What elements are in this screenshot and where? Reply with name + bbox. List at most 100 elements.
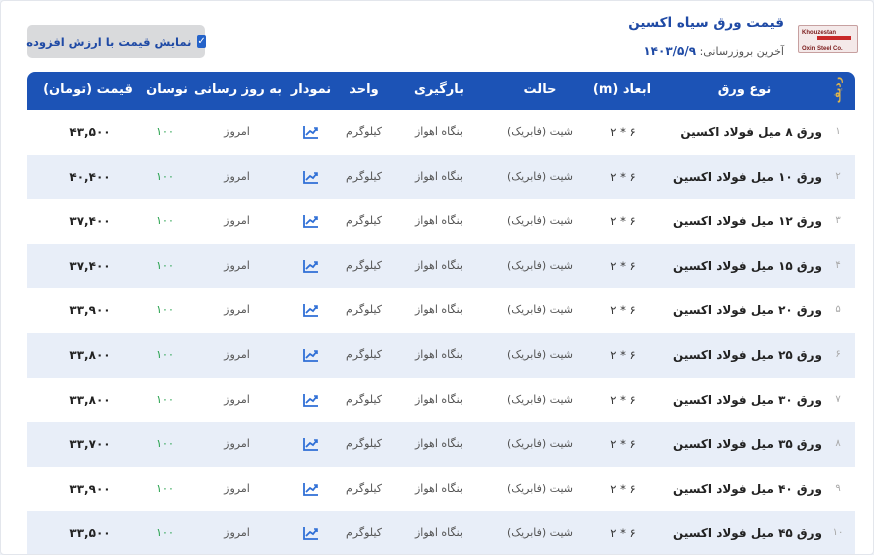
trending-up-icon[interactable]: [296, 511, 326, 554]
state: شیت (فابریک): [506, 169, 574, 183]
row-index: ۹: [835, 482, 841, 494]
unit: کیلوگرم: [346, 526, 382, 540]
col-stock: بارگیری: [413, 82, 465, 97]
table-header: ردیف نوع ورق ابعاد (m) حالت بارگیری واحد…: [27, 72, 855, 110]
trending-up-icon[interactable]: [296, 110, 326, 155]
price: ۳۳,۹۰۰: [69, 481, 111, 496]
row-index: ۱۰: [832, 527, 844, 539]
row-index: ۵: [835, 304, 841, 316]
product-name[interactable]: ورق ۱۲ میل فولاد اکسین: [667, 199, 822, 244]
dimensions: ۶ * ۲: [610, 526, 636, 541]
unit: کیلوگرم: [346, 347, 382, 361]
price: ۳۳,۸۰۰: [69, 392, 111, 407]
price: ۳۷,۴۰۰: [69, 214, 111, 229]
table-row: ۸ ورق ۳۵ میل فولاد اکسین ۶ * ۲ شیت (فابریک)…: [27, 422, 855, 467]
table-row: ۲ ورق ۱۰ میل فولاد اکسین ۶ * ۲ شیت (فابریک)…: [27, 154, 855, 200]
loading-place: بنگاه اهواز: [415, 303, 463, 317]
last-update-date: ۱۴۰۳/۵/۹: [643, 44, 697, 58]
updated: امروز: [224, 169, 250, 183]
price-change: ۱۰۰: [156, 125, 174, 138]
unit: کیلوگرم: [346, 481, 382, 495]
col-idx: ردیف: [824, 72, 852, 110]
unit: کیلوگرم: [346, 392, 382, 406]
product-name[interactable]: ورق ۱۰ میل فولاد اکسین: [667, 155, 822, 200]
trending-up-icon[interactable]: [296, 378, 326, 423]
price-change: ۱۰۰: [156, 392, 174, 406]
updated: امروز: [224, 481, 250, 495]
col-idx-label: ردیف: [832, 76, 843, 104]
unit: کیلوگرم: [346, 214, 382, 228]
trending-up-icon[interactable]: [296, 288, 326, 333]
checkbox-checked-icon[interactable]: ✓: [197, 35, 206, 48]
price-change: ۱۰۰: [156, 437, 174, 451]
dimensions: ۶ * ۲: [610, 481, 636, 496]
updated: امروز: [224, 258, 250, 272]
price: ۳۳,۹۰۰: [69, 303, 111, 318]
trending-up-icon[interactable]: [296, 155, 326, 200]
loading-place: بنگاه اهواز: [415, 481, 463, 495]
table-row: ۵ ورق ۲۰ میل فولاد اکسین ۶ * ۲ شیت (فابریک)…: [27, 288, 855, 333]
trending-up-icon[interactable]: [296, 333, 326, 378]
col-state: حالت: [523, 82, 557, 97]
unit: کیلوگرم: [346, 437, 382, 451]
state: شیت (فابریک): [506, 125, 574, 138]
vat-toggle[interactable]: ✓ نمایش قیمت با ارزش افزوده: [26, 25, 206, 58]
trending-up-icon[interactable]: [296, 422, 326, 467]
table-body: ۱ ورق ۸ میل فولاد اکسین ۶ * ۲ شیت (فابریک) ب…: [27, 110, 855, 554]
state: شیت (فابریک): [506, 526, 574, 540]
trending-up-icon[interactable]: [296, 244, 326, 289]
loading-place: بنگاه اهواز: [415, 169, 463, 183]
product-name[interactable]: ورق ۳۵ میل فولاد اکسین: [667, 422, 822, 467]
dimensions: ۶ * ۲: [610, 347, 636, 362]
price: ۳۳,۷۰۰: [69, 437, 111, 452]
unit: کیلوگرم: [346, 258, 382, 272]
row-index: ۸: [835, 438, 841, 450]
price: ۴۰,۴۰۰: [69, 169, 111, 184]
col-updated: به روز رسانی: [193, 82, 283, 97]
product-name[interactable]: ورق ۲۵ میل فولاد اکسین: [667, 333, 822, 378]
loading-place: بنگاه اهواز: [415, 214, 463, 228]
table-row: ۱۰ ورق ۴۵ میل فولاد اکسین ۶ * ۲ شیت (فابریک…: [27, 511, 855, 554]
state: شیت (فابریک): [506, 214, 574, 228]
price-change: ۱۰۰: [156, 214, 174, 228]
state: شیت (فابریک): [506, 303, 574, 317]
product-name[interactable]: ورق ۲۰ میل فولاد اکسین: [667, 288, 822, 333]
dimensions: ۶ * ۲: [610, 169, 636, 184]
dimensions: ۶ * ۲: [610, 437, 636, 452]
price-change: ۱۰۰: [156, 303, 174, 317]
loading-place: بنگاه اهواز: [415, 526, 463, 540]
price: ۳۳,۸۰۰: [69, 347, 111, 362]
updated: امروز: [224, 347, 250, 361]
row-index: ۷: [835, 393, 841, 405]
col-chart: نمودار: [290, 82, 332, 97]
state: شیت (فابریک): [506, 258, 574, 272]
dimensions: ۶ * ۲: [610, 125, 636, 139]
table-row: ۳ ورق ۱۲ میل فولاد اکسین ۶ * ۲ شیت (فابریک)…: [27, 199, 855, 244]
price: ۴۳,۵۰۰: [69, 125, 111, 139]
row-index: ۴: [835, 259, 841, 271]
dimensions: ۶ * ۲: [610, 214, 636, 229]
updated: امروز: [224, 125, 250, 138]
updated: امروز: [224, 392, 250, 406]
last-update-label: آخرین بروزرسانی:: [699, 45, 784, 58]
product-name[interactable]: ورق ۱۵ میل فولاد اکسین: [667, 244, 822, 289]
product-name[interactable]: ورق ۳۰ میل فولاد اکسین: [667, 378, 822, 423]
price-change: ۱۰۰: [156, 258, 174, 272]
loading-place: بنگاه اهواز: [415, 125, 463, 138]
loading-place: بنگاه اهواز: [415, 392, 463, 406]
row-index: ۱: [835, 126, 841, 137]
updated: امروز: [224, 303, 250, 317]
updated: امروز: [224, 214, 250, 228]
page-title: قیمت ورق سیاه اکسین: [628, 15, 784, 31]
loading-place: بنگاه اهواز: [415, 258, 463, 272]
product-name[interactable]: ورق ۴۵ میل فولاد اکسین: [667, 511, 822, 554]
company-logo[interactable]: Khouzestan Oxin Steel Co.: [798, 25, 858, 53]
product-name[interactable]: ورق ۴۰ میل فولاد اکسین: [667, 467, 822, 512]
state: شیت (فابریک): [506, 481, 574, 495]
trending-up-icon[interactable]: [296, 199, 326, 244]
product-name[interactable]: ورق ۸ میل فولاد اکسین: [667, 110, 822, 155]
trending-up-icon[interactable]: [296, 467, 326, 512]
price-card: Khouzestan Oxin Steel Co. قیمت ورق سیاه ا…: [0, 0, 874, 555]
updated: امروز: [224, 526, 250, 540]
unit: کیلوگرم: [346, 125, 382, 138]
